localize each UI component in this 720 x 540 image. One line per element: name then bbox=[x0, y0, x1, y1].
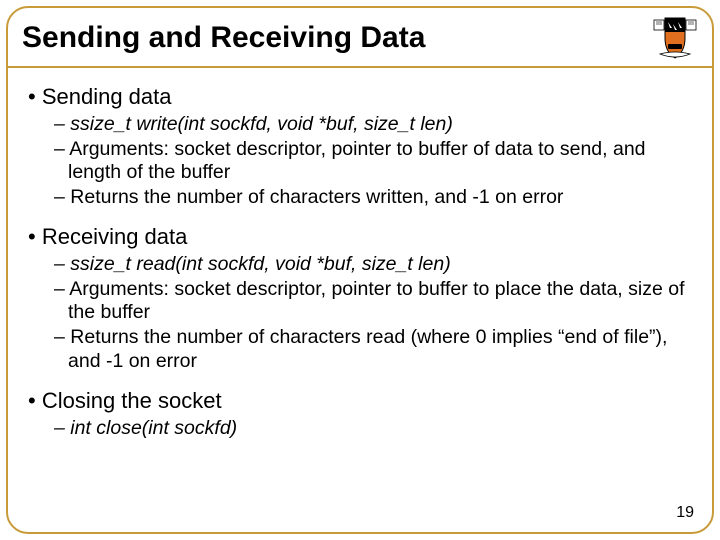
section-heading: Closing the socket bbox=[28, 388, 698, 415]
slide-frame: Sending and Receiving Data Sending data bbox=[6, 6, 714, 534]
section-body: ssize_t write(int sockfd, void *buf, siz… bbox=[28, 113, 698, 210]
code-signature: ssize_t write(int sockfd, void *buf, siz… bbox=[54, 113, 698, 137]
section-heading: Receiving data bbox=[28, 224, 698, 251]
slide-title: Sending and Receiving Data bbox=[22, 21, 425, 55]
bullet-text: Arguments: socket descriptor, pointer to… bbox=[54, 278, 698, 326]
bullet-text: Returns the number of characters read (w… bbox=[54, 326, 698, 374]
bullet-text: Arguments: socket descriptor, pointer to… bbox=[54, 138, 698, 186]
bullet-text: Returns the number of characters written… bbox=[54, 186, 698, 210]
slide-content: Sending data ssize_t write(int sockfd, v… bbox=[8, 68, 712, 440]
code-signature: ssize_t read(int sockfd, void *buf, size… bbox=[54, 253, 698, 277]
title-row: Sending and Receiving Data bbox=[8, 8, 712, 68]
section-body: ssize_t read(int sockfd, void *buf, size… bbox=[28, 253, 698, 374]
section-body: int close(int sockfd) bbox=[28, 417, 698, 441]
page-number: 19 bbox=[676, 504, 694, 522]
code-signature: int close(int sockfd) bbox=[54, 417, 698, 441]
princeton-shield-icon bbox=[650, 14, 700, 62]
section-heading: Sending data bbox=[28, 84, 698, 111]
